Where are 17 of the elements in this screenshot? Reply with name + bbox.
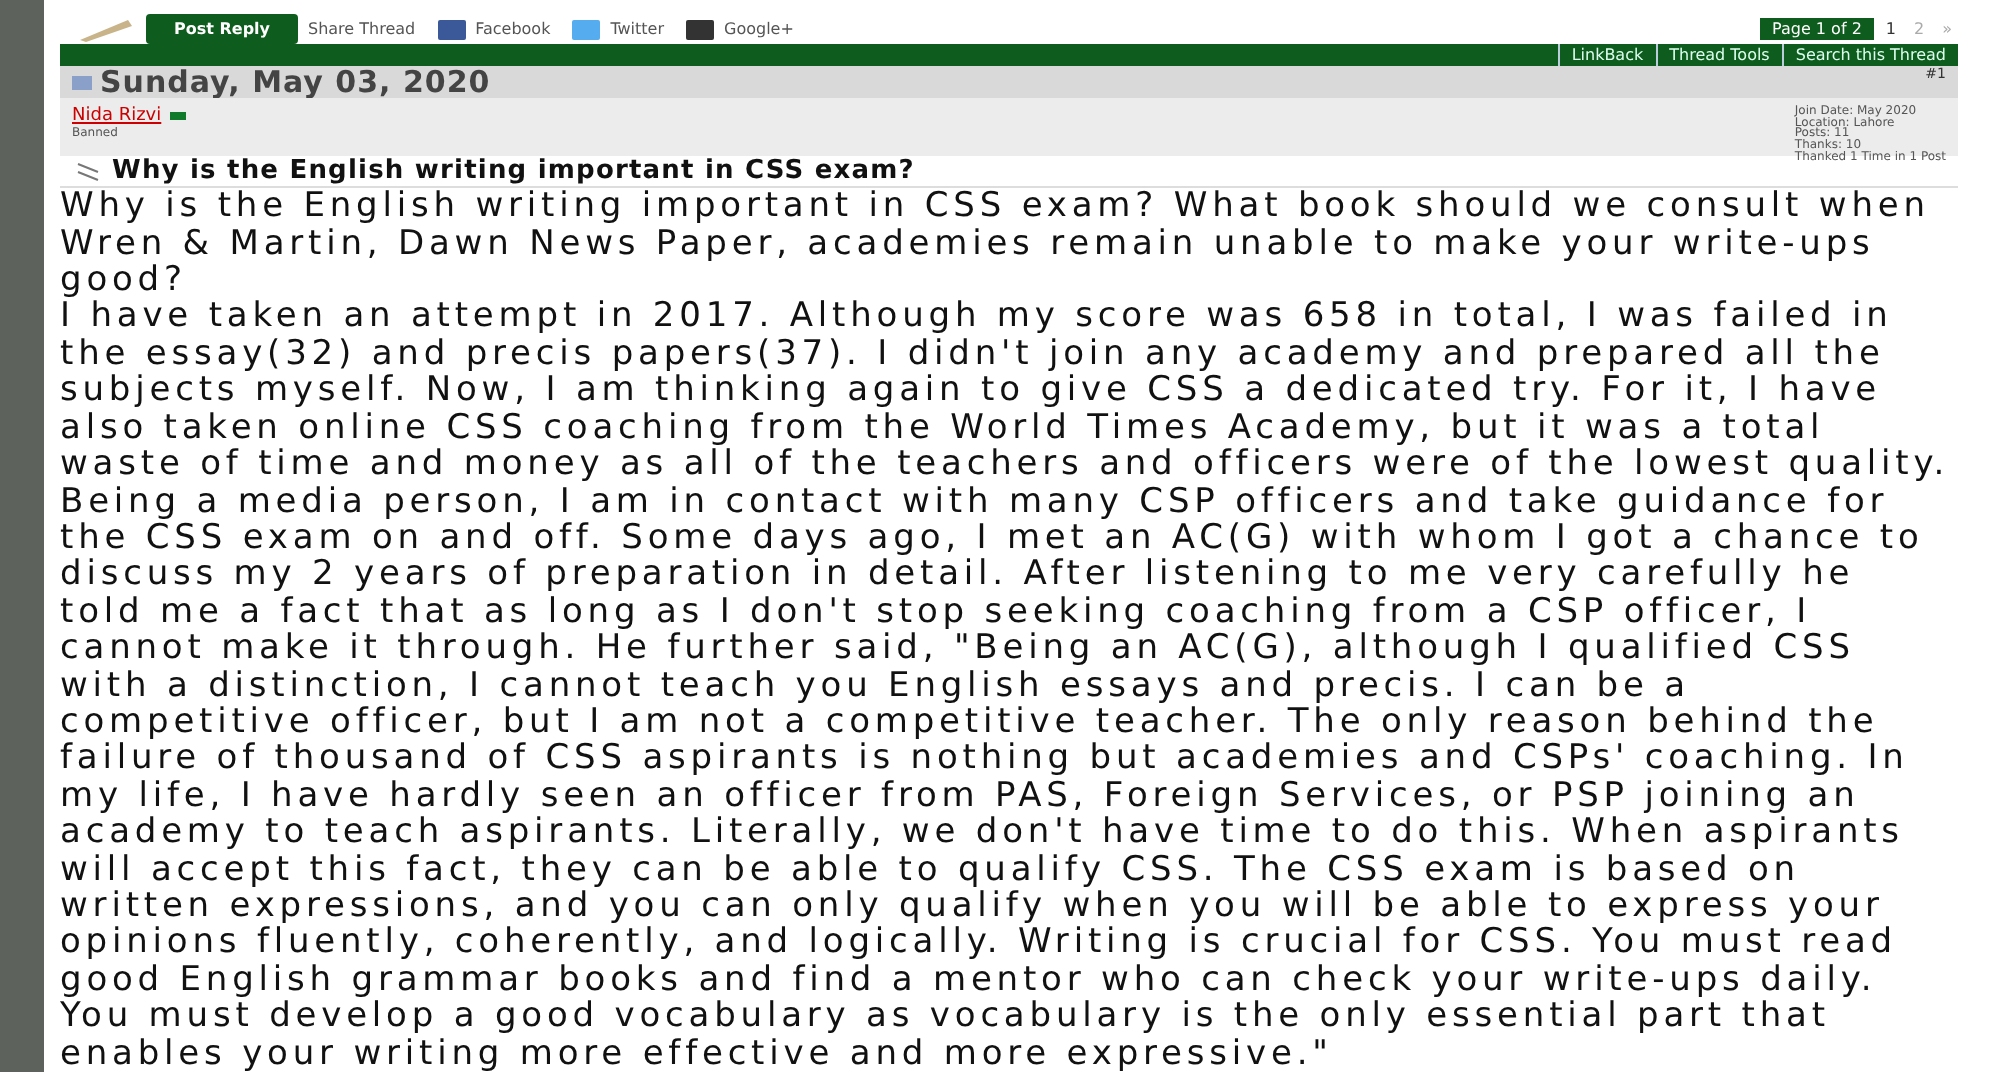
page-label: Page 1 of 2 [1760,18,1874,41]
post-date: Sunday, May 03, 2020 [100,64,491,101]
share-link[interactable]: Google+ [724,20,794,39]
post-paragraph: I have taken an attempt in 2017. Although my score was 658 in total, I was failed in the essay(32) and precis papers(37). I didn't join any academy and prepared all the subjects myself. Now, I am thinking again to give CSS a dedicated try. For it, I have also taken online CSS coaching from the World Times Academy, but it was a total waste of time and money as all of the teachers and officers were of the lowest quality. Being a media person, I am in contact with many CSP officers and take guidance for the CSS exam on and off. Some days ago, I met an AC(G) with whom I got a chance to discuss my 2 years of preparation in detail. After listening to me very carefully he told me a fact that as long as I don't stop seeking coaching from a CSP officer, I cannot make it through. He further said, "Being an AC(G), although I qualified CSS with a distinction, I cannot teach you English essays and precis. I can be a competitive officer, but I am not a competitive teacher. The only reason behind the failure of thousand of CSS aspirants is nothing but academies and CSPs' coaching. In my life, I have hardly seen an officer from PAS, Foreign Services, or PSP joining an academy to teach aspirants. Literally, we don't have time to do this. When aspirants will accept this fact, they can be able to qualify CSS. The CSS exam is based on written expressions, and you can only qualify when you will be able to express your opinions fluently, coherently, and logically. Writing is crucial for CSS. You must read good English grammar books and find a mentor who can check your write-ups daily. You must develop a good vocabulary as vocabulary is the only essential part that enables your writing more effective and more expressive." [60,298,1950,1072]
share-link[interactable]: Facebook [475,20,551,39]
share-icon [572,19,601,40]
post-title: Why is the English writing important in CSS exam? [112,156,915,187]
post-paragraph: Why is the English writing important in CSS exam? What book should we consult when Wren & Martin, Dawn News Paper, academies remain unable to make your write-ups good? [60,188,1932,299]
page-link[interactable]: 1 [1879,20,1902,39]
share-icon [437,19,466,40]
post-reply-button[interactable]: Post Reply [146,14,298,45]
share-icon [686,19,715,40]
post-icon [76,161,100,182]
collapse-icon[interactable] [72,75,92,90]
share-link[interactable]: Twitter [610,20,665,39]
share-label: Share Thread [308,20,416,39]
author-link[interactable]: Nida Rizvi [72,106,162,127]
